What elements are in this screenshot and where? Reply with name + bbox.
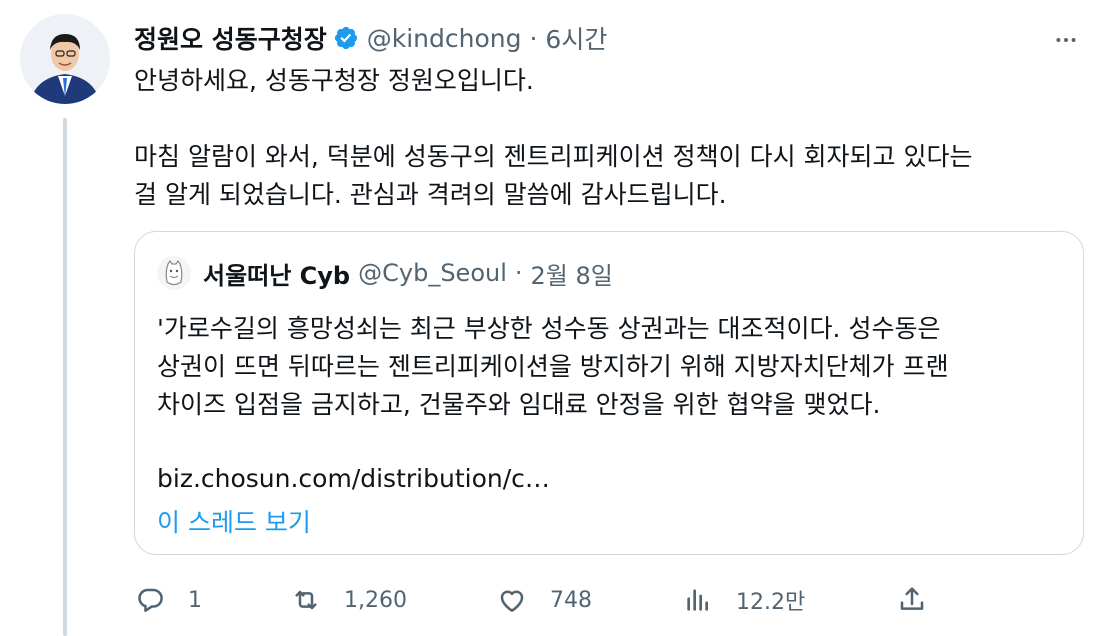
quoted-tweet-body: '가로수길의 흥망성쇠는 최근 부상한 성수동 상권과는 대조적이다. 성수동은… (157, 310, 1061, 424)
heart-icon (500, 590, 524, 612)
author-avatar[interactable] (20, 14, 110, 104)
quoted-body-line: '가로수길의 흥망성쇠는 최근 부상한 성수동 상권과는 대조적이다. 성수동은 (157, 314, 941, 343)
quoted-author-handle: @Cyb_Seoul (358, 259, 507, 287)
reply-button[interactable]: 1 (134, 584, 202, 616)
author-display-name[interactable]: 정원오 성동구청장 (134, 20, 327, 56)
tweet-body: 안녕하세요, 성동구청장 정원오입니다. 마침 알람이 와서, 덕분에 성동구의… (134, 62, 1084, 214)
tweet: 정원오 성동구청장 @kindchong · 6시간 안녕하세요, 성동구청장 … (0, 0, 1106, 636)
views-chart-icon (687, 589, 708, 611)
quoted-tweet-timestamp: 2월 8일 (530, 261, 613, 290)
avatar-column (20, 14, 110, 104)
tweet-action-bar: 1 1,260 748 12.2만 (134, 580, 934, 620)
tweet-content: 정원오 성동구청장 @kindchong · 6시간 안녕하세요, 성동구청장 … (134, 16, 1084, 555)
verified-badge-icon (333, 25, 359, 51)
show-thread-link[interactable]: 이 스레드 보기 (157, 504, 1061, 542)
more-options-button[interactable] (1048, 22, 1084, 58)
retweet-button[interactable]: 1,260 (290, 584, 407, 616)
quoted-author-display-name: 서울떠난 Cyb (203, 261, 351, 290)
like-count: 748 (550, 587, 592, 613)
author-handle[interactable]: @kindchong (367, 24, 522, 53)
tweet-body-line: 안녕하세요, 성동구청장 정원오입니다. (134, 66, 534, 95)
like-button[interactable]: 748 (496, 584, 592, 616)
reply-count: 1 (188, 587, 202, 613)
retweet-icon (295, 590, 317, 610)
thread-connector-line (63, 118, 67, 636)
tweet-body-line: 마침 알람이 와서, 덕분에 성동구의 젠트리피케이션 정책이 다시 회자되고 … (134, 142, 973, 171)
share-icon (900, 587, 924, 610)
quoted-body-line: 상권이 뜨면 뒤따르는 젠트리피케이션을 방지하기 위해 지방자치단체가 프랜 (157, 352, 949, 381)
quoted-body-line: 차이즈 입점을 금지하고, 건물주와 임대료 안정을 위한 협약을 맺었다. (157, 390, 881, 419)
quoted-tweet-card[interactable]: 서울떠난 Cyb @Cyb_Seoul · 2월 8일 '가로수길의 흥망성쇠는… (134, 231, 1084, 555)
tweet-timestamp[interactable]: 6시간 (545, 20, 607, 56)
tweet-header: 정원오 성동구청장 @kindchong · 6시간 (134, 16, 1084, 60)
quoted-header-separator: · (514, 259, 523, 287)
quoted-author-avatar[interactable] (157, 256, 191, 290)
quoted-tweet-link[interactable]: biz.chosun.com/distribution/c… (157, 460, 1061, 498)
quoted-tweet-header: 서울떠난 Cyb @Cyb_Seoul · 2월 8일 (157, 256, 1061, 290)
header-separator: · (529, 23, 538, 53)
share-button[interactable] (896, 584, 928, 616)
retweet-count: 1,260 (344, 587, 407, 613)
tweet-body-line: 걸 알게 되었습니다. 관심과 격려의 말씀에 감사드립니다. (134, 180, 727, 209)
more-dots-icon (1056, 38, 1076, 42)
reply-icon (138, 588, 163, 612)
views-button[interactable]: 12.2만 (682, 584, 805, 616)
views-count: 12.2만 (736, 590, 806, 615)
